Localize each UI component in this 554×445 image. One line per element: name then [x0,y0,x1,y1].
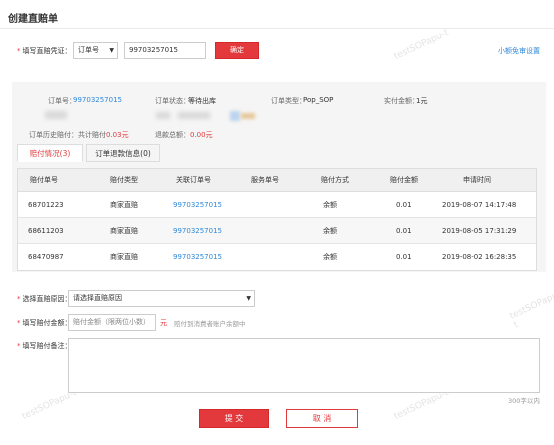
payment-type: 商家直赔 [110,200,138,209]
paid-amount-label: 实付金额： [384,97,419,105]
payment-type: 商家直赔 [110,226,138,235]
required-mark: * [17,47,21,55]
amount-label: * 填写赔付金额： [17,318,72,328]
amount-placeholder: 赔付金额（限两位小数） [73,318,150,326]
caret-down-icon: ▼ [246,295,251,302]
apply-time: 2019-08-07 14:17:48 [442,200,517,209]
order-no-label: 订单号： [48,97,76,105]
refund-total-label: 退款总额：0.00元 [155,130,213,140]
related-order-link[interactable]: 99703257015 [173,244,222,270]
order-status-value: 等待出库 [188,97,216,105]
remark-label-text: 填写赔付备注： [22,342,72,350]
payment-method: 余额 [323,226,337,235]
cancel-button[interactable]: 取 消 [286,409,358,428]
paid-amount-value: 1元 [416,97,428,105]
apply-time: 2019-08-02 16:28:35 [442,253,517,261]
redacted-block [45,111,67,119]
reason-label-text: 选择直赔原因： [22,295,72,303]
redacted-block [241,113,255,119]
amount-unit: 元 [160,319,167,327]
history-label-text: 订单历史赔付： [29,131,78,139]
payment-history-label: 订单历史赔付：共计赔付0.03元 [29,130,129,140]
history-amount: 0.03元 [106,131,129,139]
payment-amount: 0.01 [396,200,412,209]
voucher-label: * 填写直赔凭证： [17,46,72,56]
tab-payment-status[interactable]: 赔付情况(3) [17,144,83,162]
watermark: testSOPapu-t [508,289,554,331]
table-row: 68470987 商家直赔 99703257015 余额 0.01 2019-0… [18,244,536,270]
payment-method: 余额 [323,253,337,261]
redacted-block [178,112,210,119]
col-header: 申请时间 [463,176,491,184]
tab-refund-info[interactable]: 订单退款信息(0) [86,144,160,162]
submit-button[interactable]: 提 交 [199,409,269,428]
amount-label-text: 填写赔付金额： [22,319,72,327]
order-number-input[interactable]: 99703257015 [124,42,206,59]
order-no-link[interactable]: 99703257015 [73,96,122,104]
required-mark: * [17,319,21,327]
order-status-label: 订单状态： [155,97,190,105]
refund-amount: 0.00元 [190,131,213,139]
payment-method: 余额 [323,200,337,209]
reason-select-value: 请选择直赔原因 [73,294,122,302]
order-type-label: 订单类型： [271,97,306,105]
divider [0,28,554,29]
table-row: 68701223 商家直赔 99703257015 余额 0.01 2019-0… [18,192,536,218]
amount-hint: 赔付到消费者账户余额中 [174,320,246,328]
remark-char-counter: 300字以内 [508,397,540,405]
history-prefix: 共计赔付 [78,131,106,139]
payment-table: 赔付单号 赔付类型 关联订单号 服务单号 赔付方式 赔付金额 申请时间 6870… [17,168,537,271]
amount-input[interactable]: 赔付金额（限两位小数） [68,314,156,331]
page-title: 创建直赔单 [8,14,58,25]
confirm-button[interactable]: 确定 [215,42,259,59]
related-order-link[interactable]: 99703257015 [173,192,222,217]
redacted-block [230,111,240,121]
payment-amount: 0.01 [396,226,412,235]
remark-label: * 填写赔付备注： [17,341,72,351]
remark-textarea[interactable] [68,338,540,393]
col-header: 关联订单号 [176,176,211,184]
col-header: 赔付单号 [30,176,58,184]
redacted-block [156,112,170,119]
watermark: testSOPapu-t [392,388,451,422]
order-number-value: 99703257015 [129,46,178,54]
payment-type: 商家直赔 [110,253,138,261]
payment-id: 68470987 [28,253,64,261]
apply-time: 2019-08-05 17:31:29 [442,226,517,235]
reason-label: * 选择直赔原因： [17,294,72,304]
table-row: 68611203 商家直赔 99703257015 余额 0.01 2019-0… [18,218,536,244]
payment-amount: 0.01 [396,253,412,261]
related-order-link[interactable]: 99703257015 [173,218,222,243]
required-mark: * [17,342,21,350]
small-amount-settings-link[interactable]: 小额免审设置 [498,46,540,56]
voucher-type-value: 订单号 [78,46,99,54]
table-header: 赔付单号 赔付类型 关联订单号 服务单号 赔付方式 赔付金额 申请时间 [18,169,536,192]
payment-id: 68701223 [28,200,64,209]
caret-down-icon: ▼ [109,47,114,54]
reason-select[interactable]: 请选择直赔原因 ▼ [68,290,255,307]
payment-id: 68611203 [28,226,64,235]
col-header: 赔付金额 [390,176,418,184]
watermark: testSOPapu-t [20,388,79,422]
col-header: 服务单号 [251,176,279,184]
col-header: 赔付方式 [321,176,349,184]
order-type-value: Pop_SOP [303,96,334,104]
voucher-label-text: 填写直赔凭证： [22,47,72,55]
required-mark: * [17,295,21,303]
watermark: testSOPapu-t [392,28,451,62]
voucher-type-select[interactable]: 订单号 ▼ [73,42,118,59]
refund-label-text: 退款总额： [155,131,190,139]
col-header: 赔付类型 [110,176,138,184]
